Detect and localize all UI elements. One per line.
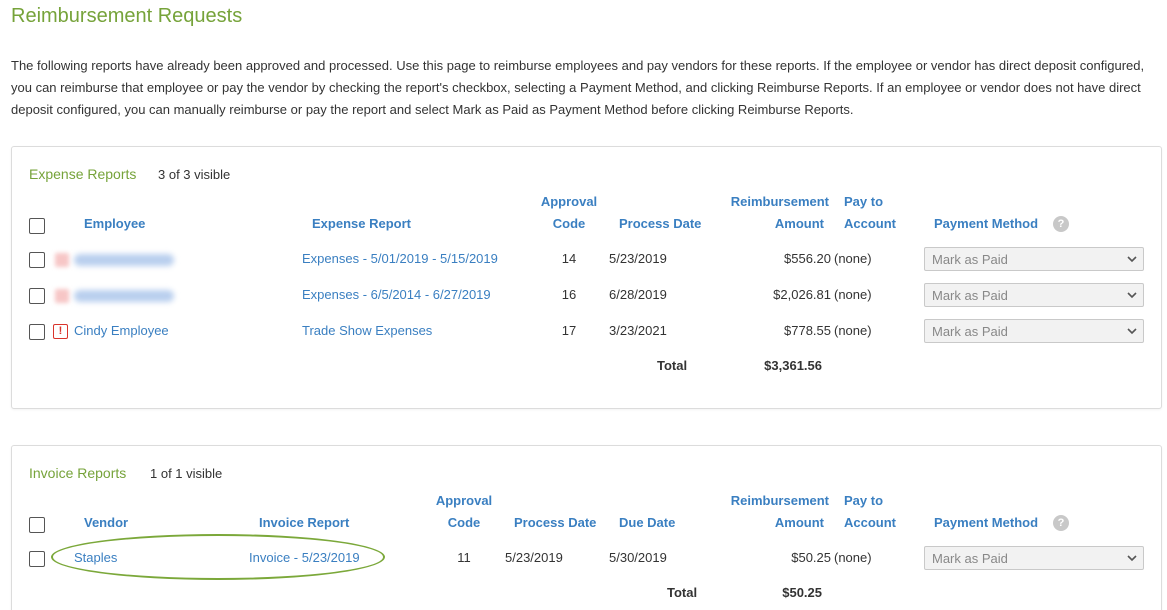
expense-report-link[interactable]: Expenses - 6/5/2014 - 6/27/2019 <box>302 287 491 302</box>
expense-reports-count: 3 of 3 visible <box>158 167 231 182</box>
header-payment-method[interactable]: Payment Method <box>934 213 1038 235</box>
payment-method-select[interactable]: Mark as Paid <box>924 319 1144 343</box>
approval-code: 11 <box>457 550 471 565</box>
payment-method-value: Mark as Paid <box>932 324 1008 339</box>
header-approval[interactable]: Approval <box>530 191 608 213</box>
header-amount[interactable]: Amount <box>700 512 824 534</box>
approval-code: 16 <box>561 287 577 302</box>
pay-to-account: (none) <box>834 251 872 266</box>
page-title: Reimbursement Requests <box>11 5 243 27</box>
redacted-employee-name[interactable] <box>74 290 174 302</box>
highlight-circle-annotation <box>51 534 385 580</box>
header-due-date[interactable]: Due Date <box>619 512 675 534</box>
expense-reports-title: Expense Reports <box>29 166 137 182</box>
header-amount[interactable]: Amount <box>700 213 824 235</box>
expense-total-label: Total <box>657 358 688 373</box>
header-pay-to[interactable]: Pay to <box>844 191 883 213</box>
expense-select-all-checkbox[interactable] <box>29 218 45 234</box>
expense-total-value: $3,361.56 <box>764 358 822 373</box>
process-date: 5/23/2019 <box>505 550 563 565</box>
header-account[interactable]: Account <box>844 512 896 534</box>
pay-to-account: (none) <box>834 287 872 302</box>
reimbursement-amount: $778.55 <box>784 323 831 338</box>
invoice-reports-count: 1 of 1 visible <box>150 466 223 481</box>
chevron-down-icon <box>1127 555 1137 562</box>
invoice-reports-title: Invoice Reports <box>29 465 127 481</box>
payment-method-select[interactable]: Mark as Paid <box>924 546 1144 570</box>
row-checkbox[interactable] <box>29 551 45 567</box>
header-pay-to[interactable]: Pay to <box>844 490 883 512</box>
header-reimbursement[interactable]: Reimbursement <box>700 191 829 213</box>
invoice-total-label: Total <box>667 585 698 600</box>
help-icon[interactable]: ? <box>1053 216 1069 232</box>
row-checkbox[interactable] <box>29 324 45 340</box>
chevron-down-icon <box>1127 256 1137 263</box>
pay-to-account: (none) <box>834 550 872 565</box>
invoice-total-value: $50.25 <box>782 585 822 600</box>
due-date: 5/30/2019 <box>609 550 667 565</box>
payment-method-value: Mark as Paid <box>932 551 1008 566</box>
expense-report-link[interactable]: Trade Show Expenses <box>302 323 432 338</box>
process-date: 5/23/2019 <box>609 251 667 266</box>
header-account[interactable]: Account <box>844 213 896 235</box>
header-code[interactable]: Code <box>530 213 608 235</box>
header-employee[interactable]: Employee <box>84 213 145 235</box>
payment-method-select[interactable]: Mark as Paid <box>924 247 1144 271</box>
help-icon[interactable]: ? <box>1053 515 1069 531</box>
header-code[interactable]: Code <box>425 512 503 534</box>
header-vendor[interactable]: Vendor <box>84 512 128 534</box>
page-intro: The following reports have already been … <box>11 58 1145 117</box>
chevron-down-icon <box>1127 328 1137 335</box>
approval-code: 17 <box>561 323 577 338</box>
row-checkbox[interactable] <box>29 252 45 268</box>
redacted-icon <box>55 289 69 303</box>
process-date: 3/23/2021 <box>609 323 667 338</box>
expense-report-link[interactable]: Expenses - 5/01/2019 - 5/15/2019 <box>302 251 498 266</box>
reimbursement-amount: $50.25 <box>791 550 831 565</box>
payment-method-value: Mark as Paid <box>932 252 1008 267</box>
header-expense-report[interactable]: Expense Report <box>312 213 411 235</box>
header-payment-method[interactable]: Payment Method <box>934 512 1038 534</box>
header-invoice-report[interactable]: Invoice Report <box>259 512 349 534</box>
reimbursement-amount: $556.20 <box>784 251 831 266</box>
invoice-select-all-checkbox[interactable] <box>29 517 45 533</box>
row-checkbox[interactable] <box>29 288 45 304</box>
payment-method-value: Mark as Paid <box>932 288 1008 303</box>
reimbursement-amount: $2,026.81 <box>773 287 831 302</box>
header-reimbursement[interactable]: Reimbursement <box>700 490 829 512</box>
pay-to-account: (none) <box>834 323 872 338</box>
redacted-employee-name[interactable] <box>74 254 174 266</box>
process-date: 6/28/2019 <box>609 287 667 302</box>
header-process-date[interactable]: Process Date <box>514 512 596 534</box>
expense-reports-panel <box>11 146 1162 409</box>
chevron-down-icon <box>1127 292 1137 299</box>
approval-code: 14 <box>561 251 577 266</box>
redacted-icon <box>55 253 69 267</box>
employee-link[interactable]: Cindy Employee <box>74 323 169 338</box>
header-process-date[interactable]: Process Date <box>619 213 701 235</box>
header-approval[interactable]: Approval <box>425 490 503 512</box>
payment-method-select[interactable]: Mark as Paid <box>924 283 1144 307</box>
alert-icon: ! <box>53 324 68 339</box>
